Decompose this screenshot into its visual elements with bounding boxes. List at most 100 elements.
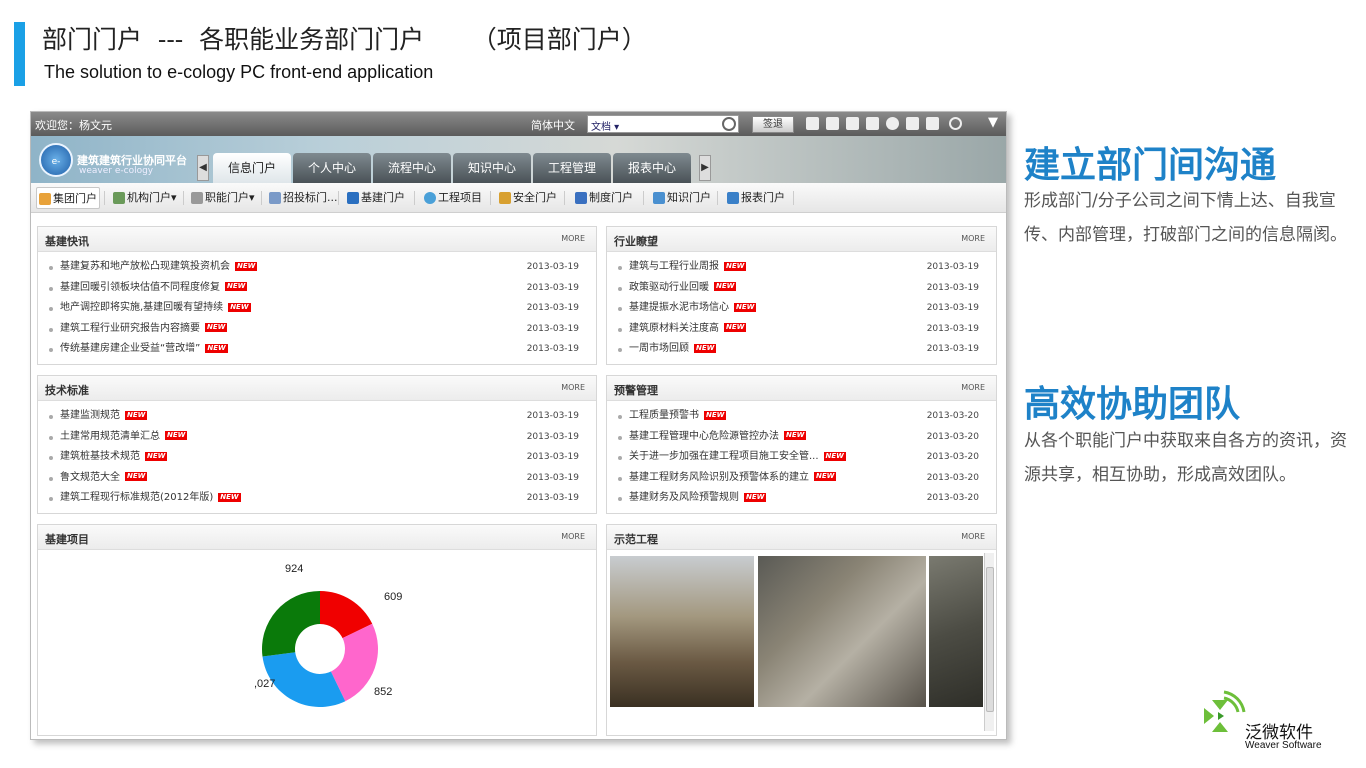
- subnav-policy-portal[interactable]: 制度门户: [573, 187, 633, 209]
- panel-industry-outlook: 行业瞭望 MORE 建筑与工程行业周报 NEW 2013-03-19 政策驱动行业回…: [606, 226, 997, 365]
- slide-title: 部门门户 --- 各职能业务部门门户 （项目部门户）: [42, 25, 647, 54]
- list-item[interactable]: 政策驱动行业回暖 NEW 2013-03-19: [607, 278, 996, 299]
- subnav-knowledge-portal[interactable]: 知识门户: [651, 187, 711, 209]
- panel-title: 行业瞭望: [614, 235, 658, 248]
- welcome-text: 欢迎您：杨文元: [35, 119, 112, 132]
- new-badge: NEW: [724, 323, 747, 333]
- list-item[interactable]: 关于进一步加强在建工程项目施工安全管... NEW 2013-03-20: [607, 447, 996, 468]
- subnav-bidding-portal[interactable]: 招投标门...: [267, 187, 338, 209]
- panel-title: 技术标准: [45, 384, 89, 397]
- list-item[interactable]: 基建财务及风险预警规则 NEW 2013-03-20: [607, 488, 996, 509]
- tab-info-portal[interactable]: 信息门户: [213, 153, 291, 183]
- list-item[interactable]: 建筑工程现行标准规范(2012年版) NEW 2013-03-19: [38, 488, 596, 509]
- window-icon[interactable]: [826, 117, 839, 130]
- accent-bar: [14, 22, 25, 86]
- news-list: 基建复苏和地产放松凸现建筑投资机会 NEW 2013-03-19 基建回暖引领板块估…: [38, 252, 596, 360]
- weaver-logo-icon: [1204, 690, 1246, 732]
- heading-communication: 建立部门间沟通: [1024, 145, 1277, 186]
- subnav-report-portal[interactable]: 报表门户: [725, 187, 785, 209]
- more-link[interactable]: MORE: [561, 532, 585, 541]
- scrollbar[interactable]: [984, 553, 994, 731]
- power-icon[interactable]: [949, 117, 962, 130]
- panel-early-warning: 预警管理 MORE 工程质量预警书 NEW 2013-03-20 基建工程管理中心危…: [606, 375, 997, 514]
- panel-infra-news: 基建快讯 MORE 基建复苏和地产放松凸现建筑投资机会 NEW 2013-03-19…: [37, 226, 597, 365]
- org-icon: [113, 192, 125, 204]
- upload-icon[interactable]: [846, 117, 859, 130]
- home-icon[interactable]: [806, 117, 819, 130]
- new-badge: NEW: [228, 302, 251, 312]
- subnav-group-portal[interactable]: 集团门户: [36, 187, 100, 209]
- more-link[interactable]: MORE: [961, 532, 985, 541]
- subnav-org-portal[interactable]: 机构门户▾: [111, 187, 177, 209]
- dropdown-icon[interactable]: ▼: [988, 115, 998, 130]
- tab-workflow[interactable]: 流程中心: [373, 153, 451, 183]
- list-item[interactable]: 鲁文规范大全 NEW 2013-03-19: [38, 468, 596, 489]
- site-photo[interactable]: [610, 556, 754, 707]
- new-badge: NEW: [744, 492, 767, 502]
- list-item[interactable]: 基建监测规范 NEW 2013-03-19: [38, 406, 596, 427]
- list-item[interactable]: 地产调控即将实施,基建回暖有望持续 NEW 2013-03-19: [38, 298, 596, 319]
- list-item[interactable]: 传统基建房建企业受益“营改增” NEW 2013-03-19: [38, 339, 596, 360]
- tab-personal[interactable]: 个人中心: [293, 153, 371, 183]
- list-item[interactable]: 一周市场回顾 NEW 2013-03-19: [607, 339, 996, 360]
- list-item[interactable]: 土建常用规范清单汇总 NEW 2013-03-19: [38, 427, 596, 448]
- new-badge: NEW: [694, 343, 717, 353]
- more-link[interactable]: MORE: [961, 234, 985, 243]
- panel-title: 预警管理: [614, 384, 658, 397]
- search-type-select[interactable]: 文档 ▾: [591, 122, 619, 133]
- heading-teamwork: 高效协助团队: [1024, 384, 1241, 425]
- list-item[interactable]: 建筑桩基技术规范 NEW 2013-03-19: [38, 447, 596, 468]
- pen-icon: [575, 192, 587, 204]
- list-item[interactable]: 基建工程财务风险识别及预警体系的建立 NEW 2013-03-20: [607, 468, 996, 489]
- news-list: 工程质量预警书 NEW 2013-03-20 基建工程管理中心危险源管控办法 NEW 2…: [607, 401, 996, 509]
- subnav-safety-portal[interactable]: 安全门户: [497, 187, 557, 209]
- new-badge: NEW: [235, 261, 258, 271]
- list-item[interactable]: 基建复苏和地产放松凸现建筑投资机会 NEW 2013-03-19: [38, 257, 596, 278]
- slice-label: 924: [285, 563, 303, 575]
- logout-button[interactable]: 签退: [752, 116, 794, 133]
- tab-engineering[interactable]: 工程管理: [533, 153, 611, 183]
- alert-icon[interactable]: [866, 117, 879, 130]
- search-icon[interactable]: [722, 117, 736, 131]
- back-icon[interactable]: [906, 117, 919, 130]
- more-link[interactable]: MORE: [561, 234, 585, 243]
- new-badge: NEW: [814, 472, 837, 482]
- scrollbar-thumb[interactable]: [986, 567, 994, 712]
- new-badge: NEW: [724, 261, 747, 271]
- list-item[interactable]: 基建提振水泥市场信心 NEW 2013-03-19: [607, 298, 996, 319]
- list-item[interactable]: 工程质量预警书 NEW 2013-03-20: [607, 406, 996, 427]
- news-list: 基建监测规范 NEW 2013-03-19 土建常用规范清单汇总 NEW 2013-03…: [38, 401, 596, 509]
- portal-screenshot: 欢迎您：杨文元 简体中文 文档 ▾ 签退 ▼ e-cology 建筑建筑行业协同…: [30, 111, 1007, 740]
- forward-icon[interactable]: [926, 117, 939, 130]
- donut-slice[interactable]: [262, 591, 320, 657]
- nav-right-arrow[interactable]: ▶: [699, 155, 711, 181]
- subnav-infra-portal[interactable]: 基建门户: [345, 187, 405, 209]
- panel-tech-standards: 技术标准 MORE 基建监测规范 NEW 2013-03-19 土建常用规范清单汇总…: [37, 375, 597, 514]
- panel-title: 示范工程: [614, 533, 658, 546]
- new-badge: NEW: [205, 343, 228, 353]
- more-link[interactable]: MORE: [961, 383, 985, 392]
- more-link[interactable]: MORE: [561, 383, 585, 392]
- tab-reports[interactable]: 报表中心: [613, 153, 691, 183]
- language-select[interactable]: 简体中文: [531, 117, 575, 133]
- site-photo[interactable]: [929, 556, 983, 707]
- chart-icon: [727, 192, 739, 204]
- subnav-project[interactable]: 工程项目: [422, 187, 482, 209]
- new-badge: NEW: [218, 492, 241, 502]
- tool-icon: [191, 192, 203, 204]
- site-photo[interactable]: [758, 556, 926, 707]
- subnav-function-portal[interactable]: 职能门户▾: [189, 187, 255, 209]
- list-item[interactable]: 基建回暖引领板块估值不同程度修复 NEW 2013-03-19: [38, 278, 596, 299]
- text-teamwork: 从各个职能门户中获取来自各方的资讯，资源共享，相互协助，形成高效团队。: [1024, 431, 1347, 485]
- new-badge: NEW: [704, 410, 727, 420]
- list-item[interactable]: 建筑工程行业研究报告内容摘要 NEW 2013-03-19: [38, 319, 596, 340]
- refresh-icon[interactable]: [886, 117, 899, 130]
- tab-knowledge[interactable]: 知识中心: [453, 153, 531, 183]
- nav-left-arrow[interactable]: ◀: [197, 155, 209, 181]
- list-item[interactable]: 基建工程管理中心危险源管控办法 NEW 2013-03-20: [607, 427, 996, 448]
- list-item[interactable]: 建筑与工程行业周报 NEW 2013-03-19: [607, 257, 996, 278]
- home-icon: [39, 193, 51, 205]
- search-input[interactable]: 文档 ▾: [587, 115, 739, 133]
- doc-icon: [653, 192, 665, 204]
- list-item[interactable]: 建筑原材料关注度高 NEW 2013-03-19: [607, 319, 996, 340]
